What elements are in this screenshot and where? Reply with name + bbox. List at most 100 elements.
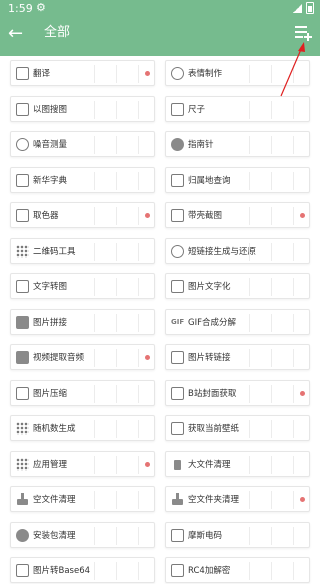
compass-icon — [171, 138, 184, 151]
tool-card[interactable]: 图片转Base64 — [10, 557, 155, 583]
phone-icon — [171, 173, 184, 187]
divider — [94, 278, 95, 296]
playlist-add-icon[interactable] — [294, 24, 312, 42]
tool-label: 带壳截图 — [188, 211, 223, 221]
grid-row: 文字转图 图片文字化 — [0, 273, 320, 299]
tool-card[interactable]: 图片拼接 — [10, 308, 155, 335]
divider — [293, 100, 294, 119]
divider — [138, 278, 139, 296]
tool-card[interactable]: 以图搜图 — [10, 95, 155, 122]
grid-row: 二维码工具 短链接生成与还原 — [0, 237, 320, 264]
tool-label: 安装包清理 — [33, 530, 76, 541]
tool-card[interactable]: 图片文字化 — [165, 273, 310, 299]
divider — [271, 65, 272, 83]
emoji-icon — [171, 67, 184, 80]
divider — [116, 171, 117, 190]
divider — [293, 136, 294, 154]
new-badge-dot — [300, 213, 305, 218]
tool-card[interactable]: 摩斯电码 — [165, 521, 310, 548]
gear-icon: ⚙ — [36, 1, 46, 14]
divider — [116, 562, 117, 580]
tool-card[interactable]: 随机数生成 — [10, 415, 155, 441]
tool-card[interactable]: 取色器 — [10, 202, 155, 228]
tool-card[interactable]: 获取当前壁纸 — [165, 415, 310, 441]
divider — [249, 136, 250, 154]
image-join-icon — [16, 315, 29, 329]
tool-label: 尺子 — [188, 104, 206, 115]
tool-card[interactable]: 二维码工具 — [10, 237, 155, 264]
new-badge-dot — [300, 390, 305, 396]
tool-label: RC4加解密 — [188, 566, 231, 576]
divider — [271, 420, 272, 438]
tool-label: 空文件清理 — [33, 495, 76, 505]
tool-card[interactable]: 图片转链接 — [165, 344, 310, 370]
grid-row: 以图搜图 尺子 — [0, 95, 320, 122]
tool-card[interactable]: GIF GIF合成分解 — [165, 308, 310, 335]
tool-card[interactable]: 尺子 — [165, 95, 310, 122]
tool-label: 文字转图 — [33, 282, 68, 292]
tool-card[interactable]: 带壳截图 — [165, 202, 310, 228]
tool-card[interactable]: 归属地查询 — [165, 166, 310, 193]
tool-card[interactable]: 空文件夹清理 — [165, 486, 310, 512]
divider — [94, 207, 95, 225]
trash-icon — [171, 458, 184, 471]
phone-frame-icon — [171, 209, 184, 222]
divider — [293, 384, 294, 403]
tool-card[interactable]: 大文件清理 — [165, 450, 310, 477]
link-icon — [171, 244, 184, 258]
divider — [116, 100, 117, 119]
divider — [138, 136, 139, 154]
tool-card[interactable]: 指南针 — [165, 131, 310, 157]
divider — [293, 278, 294, 296]
divider — [116, 207, 117, 225]
new-badge-dot — [300, 497, 305, 502]
tool-label: 摩斯电码 — [188, 530, 223, 541]
tool-card[interactable]: 视频提取音频 — [10, 344, 155, 370]
divider — [293, 171, 294, 190]
divider — [271, 278, 272, 296]
tool-card[interactable]: 翻译 — [10, 60, 155, 86]
tool-card[interactable]: 文字转图 — [10, 273, 155, 299]
tool-card[interactable]: 表情制作 — [165, 60, 310, 86]
qrcode-icon — [16, 244, 29, 258]
arrow-left-icon[interactable]: ← — [8, 22, 28, 46]
divider — [138, 526, 139, 545]
grid-row: 图片转Base64 RC4加解密 — [0, 557, 320, 583]
divider — [249, 171, 250, 190]
tool-label: 视频提取音频 — [33, 353, 85, 363]
divider — [249, 562, 250, 580]
cover-icon — [171, 386, 184, 400]
divider — [94, 526, 95, 545]
image-text-icon — [171, 280, 184, 293]
lock-icon — [171, 564, 184, 577]
divider — [94, 455, 95, 474]
grid-row: 空文件清理 空文件夹清理 — [0, 486, 320, 512]
tool-label: 随机数生成 — [33, 424, 76, 434]
tool-card[interactable]: B站封面获取 — [165, 379, 310, 406]
divider — [138, 65, 139, 83]
divider — [249, 420, 250, 438]
divider — [94, 100, 95, 119]
new-badge-dot — [145, 71, 150, 76]
tool-card[interactable]: 安装包清理 — [10, 521, 155, 548]
tool-card[interactable]: 图片压缩 — [10, 379, 155, 406]
divider — [293, 420, 294, 438]
divider — [116, 526, 117, 545]
divider — [271, 491, 272, 509]
signal-icon — [293, 3, 302, 13]
divider — [138, 349, 139, 367]
tool-label: 以图搜图 — [33, 104, 68, 115]
grid-row: 翻译 表情制作 — [0, 60, 320, 86]
tool-card[interactable]: 短链接生成与还原 — [165, 237, 310, 264]
tool-card[interactable]: 新华字典 — [10, 166, 155, 193]
divider — [249, 242, 250, 261]
tool-label: 新华字典 — [33, 175, 68, 186]
tool-card[interactable]: 应用管理 — [10, 450, 155, 477]
divider — [293, 455, 294, 474]
tool-card[interactable]: 噪音测量 — [10, 131, 155, 157]
tool-card[interactable]: 空文件清理 — [10, 486, 155, 512]
color-picker-icon — [16, 209, 29, 222]
tool-label: 图片压缩 — [33, 388, 68, 399]
tool-label: 图片拼接 — [33, 317, 68, 328]
tool-card[interactable]: RC4加解密 — [165, 557, 310, 583]
